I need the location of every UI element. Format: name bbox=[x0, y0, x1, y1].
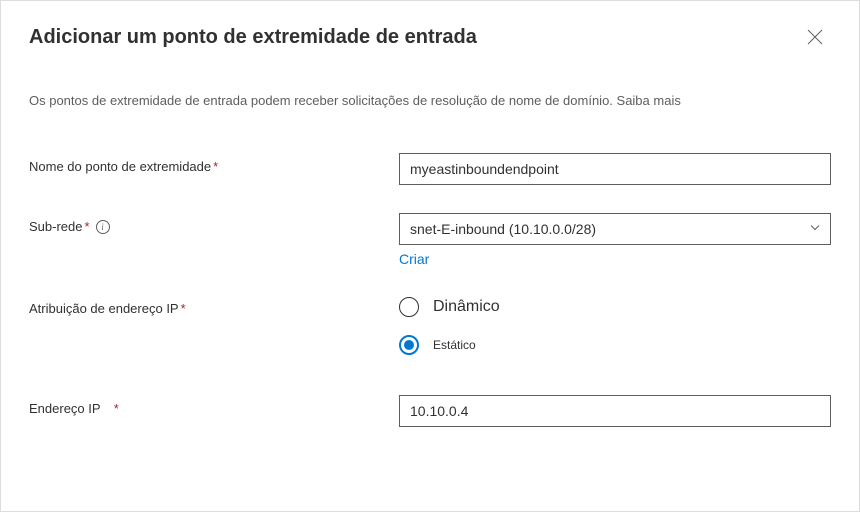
radio-label: Dinâmico bbox=[433, 298, 500, 316]
ip-assignment-row: Atribuição de endereço IP* Dinâmico Está… bbox=[29, 295, 831, 355]
subnet-row: Sub-rede* i snet-E-inbound (10.10.0.0/28… bbox=[29, 213, 831, 267]
ip-assignment-radio-group: Dinâmico Estático bbox=[399, 295, 831, 355]
endpoint-name-input[interactable] bbox=[399, 153, 831, 185]
close-button[interactable] bbox=[799, 21, 831, 53]
panel-title: Adicionar um ponto de extremidade de ent… bbox=[29, 26, 477, 49]
radio-dynamic[interactable]: Dinâmico bbox=[399, 297, 831, 317]
close-icon bbox=[807, 29, 823, 45]
create-subnet-link[interactable]: Criar bbox=[399, 251, 429, 267]
panel-description: Os pontos de extremidade de entrada pode… bbox=[29, 93, 831, 108]
radio-circle-selected-icon bbox=[399, 335, 419, 355]
required-indicator: * bbox=[114, 401, 119, 416]
subnet-select[interactable]: snet-E-inbound (10.10.0.0/28) bbox=[399, 213, 831, 245]
required-indicator: * bbox=[181, 301, 186, 316]
subnet-label: Sub-rede* i bbox=[29, 213, 399, 234]
radio-label: Estático bbox=[433, 338, 476, 352]
panel-header: Adicionar um ponto de extremidade de ent… bbox=[29, 21, 831, 53]
endpoint-name-row: Nome do ponto de extremidade* bbox=[29, 153, 831, 185]
add-inbound-endpoint-panel: Adicionar um ponto de extremidade de ent… bbox=[0, 0, 860, 512]
ip-address-row: Endereço IP * bbox=[29, 395, 831, 427]
info-icon[interactable]: i bbox=[96, 220, 110, 234]
radio-static[interactable]: Estático bbox=[399, 335, 831, 355]
required-indicator: * bbox=[84, 219, 89, 234]
ip-address-input[interactable] bbox=[399, 395, 831, 427]
endpoint-name-label: Nome do ponto de extremidade* bbox=[29, 153, 399, 174]
radio-dot-icon bbox=[404, 340, 414, 350]
required-indicator: * bbox=[213, 159, 218, 174]
ip-assignment-label: Atribuição de endereço IP* bbox=[29, 295, 399, 316]
radio-circle-icon bbox=[399, 297, 419, 317]
ip-address-label: Endereço IP * bbox=[29, 395, 399, 416]
